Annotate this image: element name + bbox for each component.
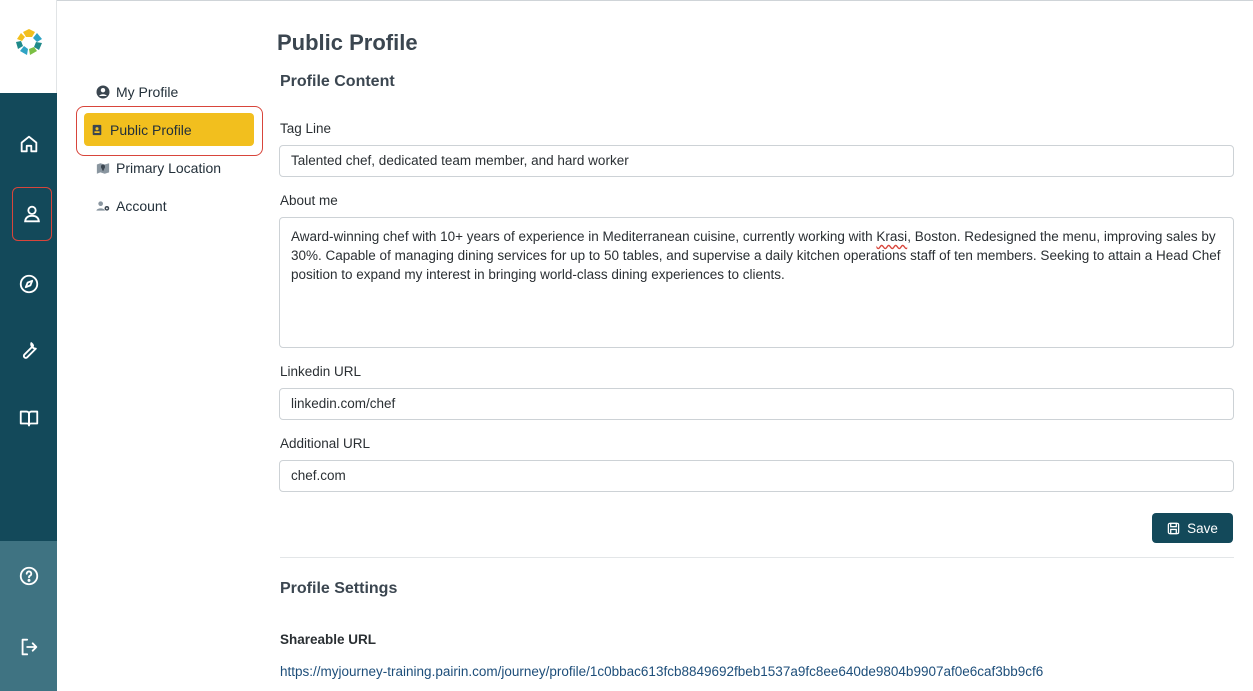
id-badge-icon [90, 123, 104, 137]
help-icon [19, 566, 39, 586]
user-circle-icon [96, 85, 110, 99]
section-title-profile-settings: Profile Settings [280, 580, 398, 597]
rail-header [0, 0, 57, 93]
shareable-url-link[interactable]: https://myjourney-training.pairin.com/jo… [280, 664, 1043, 679]
logout-icon [21, 638, 38, 656]
misspelled-word: Krasi [876, 229, 908, 244]
subnav-item-account[interactable]: Account [96, 192, 167, 220]
section-title-profile-content: Profile Content [280, 73, 395, 90]
map-icon [96, 161, 110, 175]
subnav-item-label: Account [116, 198, 167, 214]
home-icon [20, 135, 38, 153]
subnav-item-label: Primary Location [116, 160, 222, 176]
user-icon [24, 205, 40, 223]
linkedin-label: Linkedin URL [280, 364, 362, 379]
icon-rail [0, 0, 57, 691]
about-me-text: Award-winning chef with 10+ years of exp… [291, 229, 877, 244]
linkedin-input[interactable]: linkedin.com/chef [279, 388, 1234, 420]
app-logo-icon[interactable] [15, 28, 43, 56]
nav-help[interactable] [12, 559, 46, 593]
subnav-item-my-profile[interactable]: My Profile [96, 78, 178, 106]
save-icon [1167, 522, 1180, 534]
additional-url-input[interactable]: chef.com [279, 460, 1234, 492]
additional-url-label: Additional URL [280, 436, 371, 451]
shareable-url-label: Shareable URL [280, 632, 377, 647]
subnav-item-public-profile[interactable]: Public Profile [84, 113, 254, 146]
nav-tools[interactable] [12, 333, 46, 367]
nav-explore[interactable] [12, 267, 46, 301]
save-label: Save [1187, 520, 1218, 536]
nav-home[interactable] [12, 127, 46, 161]
about-me-label: About me [280, 193, 338, 208]
subnav-item-label: My Profile [116, 84, 179, 100]
page-title: Public Profile [277, 30, 418, 55]
compass-icon [19, 274, 39, 294]
tag-line-label: Tag Line [280, 121, 332, 136]
about-me-textarea[interactable]: Award-winning chef with 10+ years of exp… [279, 217, 1234, 348]
save-button[interactable]: Save [1152, 513, 1233, 543]
subnav-item-label: Public Profile [110, 121, 192, 138]
user-gear-icon [96, 199, 110, 213]
book-icon [19, 410, 39, 427]
nav-profile[interactable] [12, 187, 52, 241]
tag-line-input[interactable]: Talented chef, dedicated team member, an… [279, 145, 1234, 177]
section-divider [280, 557, 1234, 558]
subnav-item-primary-location[interactable]: Primary Location [96, 154, 221, 182]
wrench-icon [22, 342, 37, 359]
nav-library[interactable] [12, 401, 46, 435]
nav-logout[interactable] [12, 630, 46, 664]
